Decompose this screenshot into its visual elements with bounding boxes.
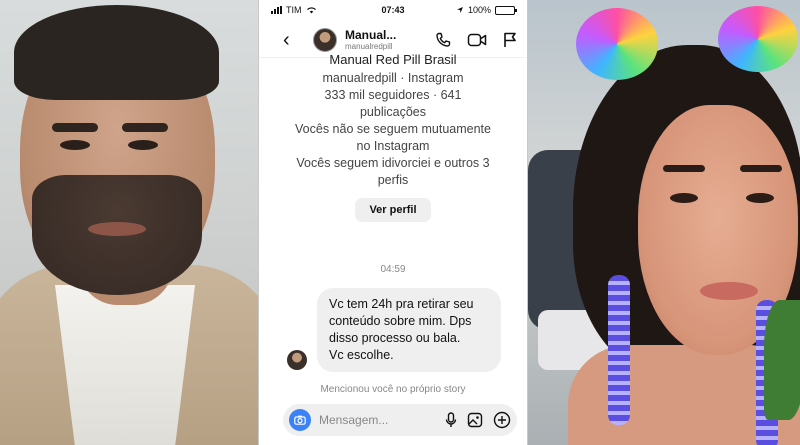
right-brow [740, 165, 782, 172]
profile-stats-line2: publicações [359, 105, 426, 119]
beaded-earring [608, 275, 630, 425]
left-photo-man [0, 0, 258, 445]
header-names[interactable]: Manual... manualredpill [345, 28, 415, 51]
view-profile-button[interactable]: Ver perfil [355, 198, 431, 222]
carrier-label: TIM [286, 5, 302, 15]
message-composer [283, 404, 517, 436]
flower-hair-decoration [576, 8, 658, 80]
video-icon[interactable] [467, 32, 487, 48]
avatar[interactable] [313, 27, 337, 52]
header-display-name: Manual... [345, 28, 397, 42]
message-line: disso processo ou bala. [329, 331, 461, 345]
status-time: 07:43 [381, 5, 405, 15]
mutual-line1: Vocês não se seguem mutuamente [295, 122, 491, 136]
camera-icon [294, 415, 306, 425]
battery-label: 100% [467, 5, 491, 15]
header-handle: manualredpill [345, 42, 393, 51]
left-brow [52, 123, 98, 132]
message-input[interactable] [319, 413, 419, 427]
message-line: Vc escolhe. [329, 348, 394, 362]
instagram-dm-screenshot: TIM 07:43 100% ‹ Manual... manualredpill [258, 0, 528, 445]
message-bubble[interactable]: Vc tem 24h pra retirar seu conteúdo sobr… [317, 288, 501, 372]
profile-stats-line1: 333 mil seguidores · 641 [324, 88, 462, 102]
lips-shape [700, 282, 758, 300]
message-timestamp: 04:59 [380, 264, 406, 275]
signal-icon [271, 6, 282, 14]
carrier-group: TIM [271, 5, 361, 15]
mention-note[interactable]: Mencionou você no próprio story [259, 384, 527, 395]
profile-summary: Manual Red Pill Brasil manualredpill · I… [259, 52, 527, 222]
battery-icon [495, 5, 517, 15]
message-line: conteúdo sobre mim. Dps [329, 314, 472, 328]
back-icon[interactable]: ‹ [283, 30, 303, 50]
hair-shape [14, 5, 219, 100]
composer-tools [445, 411, 511, 429]
follows-line2: perfis [377, 173, 409, 187]
right-brow [122, 123, 168, 132]
phone-icon[interactable] [435, 32, 451, 48]
flag-icon[interactable] [503, 32, 517, 48]
mutual-line2: no Instagram [356, 139, 430, 153]
right-eye [128, 140, 158, 150]
mic-icon[interactable] [445, 412, 457, 428]
right-photo-woman [528, 0, 800, 445]
status-bar: TIM 07:43 100% [259, 0, 527, 20]
gallery-icon[interactable] [467, 412, 483, 428]
location-icon [456, 7, 463, 13]
left-brow [663, 165, 705, 172]
profile-meta: manualredpill · Instagram [322, 71, 464, 85]
status-right: 100% [425, 5, 517, 15]
flower-hair-decoration [718, 6, 798, 72]
header-actions [435, 32, 517, 48]
left-eye [670, 193, 698, 203]
camera-button[interactable] [289, 409, 311, 431]
right-eye [746, 193, 774, 203]
follows-line1: Vocês seguem idivorciei e outros 3 [296, 156, 490, 170]
profile-name: Manual Red Pill Brasil [329, 52, 457, 67]
leaf-decoration [764, 300, 800, 420]
left-eye [60, 140, 90, 150]
mouth-shape [88, 222, 146, 236]
wifi-icon [306, 7, 316, 14]
message-line: Vc tem 24h pra retirar seu [329, 297, 474, 311]
shirt-shape [55, 285, 195, 445]
sender-avatar[interactable] [287, 350, 307, 370]
plus-icon[interactable] [493, 411, 511, 429]
